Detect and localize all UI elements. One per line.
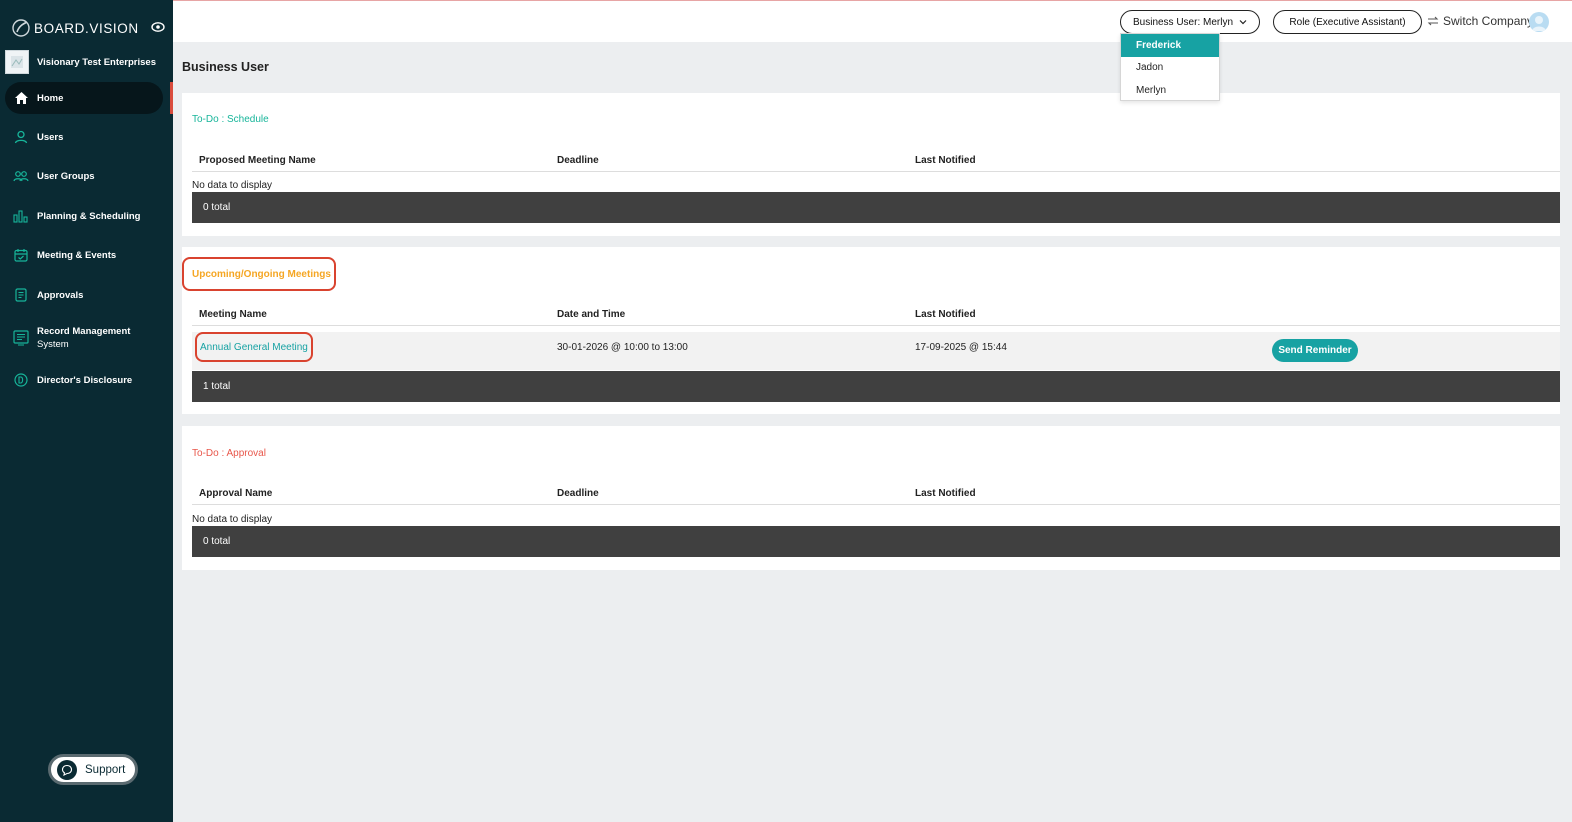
eye-toggle-icon[interactable] [151,21,165,33]
sidebar-item-user-groups[interactable]: User Groups [5,160,163,192]
document-icon [13,287,29,303]
sidebar: BOARD.VISION Visionary Test Enterprises … [0,0,173,822]
table-row: Annual General Meeting 30-01-2026 @ 10:0… [192,332,1560,370]
column-header: Approval Name [199,488,273,499]
company-name: Visionary Test Enterprises [37,56,156,68]
user-icon [13,129,29,145]
sidebar-item-users[interactable]: Users [5,121,163,153]
support-label: Support [85,763,126,776]
dropdown-option-jadon[interactable]: Jadon [1121,57,1219,80]
sidebar-item-label: Director's Disclosure [37,374,133,386]
sidebar-item-planning[interactable]: Planning & Scheduling [5,200,163,232]
column-header: Date and Time [557,309,626,320]
d-circle-icon [13,372,29,388]
sidebar-item-label: Meeting & Events [37,249,117,261]
empty-state: No data to display [192,180,273,191]
column-header: Meeting Name [199,309,267,320]
records-icon [13,330,29,346]
active-indicator [170,82,173,114]
support-button[interactable]: Support [48,754,138,785]
table-footer-total: 1 total [192,371,1560,402]
sidebar-item-home[interactable]: Home [5,82,163,114]
page-title: Business User [182,60,269,74]
user-groups-icon [13,168,29,184]
column-header: Proposed Meeting Name [199,155,316,166]
top-header: Business User: Merlyn Role (Executive As… [173,0,1572,42]
home-icon [13,90,29,106]
swap-icon [1427,16,1439,26]
business-user-dropdown: Frederick Jadon Merlyn [1120,33,1220,101]
switch-company-label: Switch Company [1443,14,1534,28]
user-avatar-icon [1532,16,1546,31]
column-header: Last Notified [915,155,976,166]
approval-table-header: Approval Name Deadline Last Notified [192,485,1560,505]
brand-logo[interactable]: BOARD.VISION [12,18,139,38]
brand-name: BOARD.VISION [34,20,139,36]
send-reminder-button[interactable]: Send Reminder [1272,339,1358,362]
switch-company-button[interactable]: Switch Company [1427,14,1533,28]
schedule-title: To-Do : Schedule [192,114,269,125]
schedule-table-header: Proposed Meeting Name Deadline Last Noti… [192,152,1560,172]
business-user-label: Business User: Merlyn [1132,16,1234,28]
sidebar-item-label-line2: System [37,339,69,350]
sidebar-item-label: User Groups [37,170,95,182]
approval-title: To-Do : Approval [192,448,266,459]
bar-chart-icon [13,208,29,224]
sidebar-item-label: Home [37,92,64,104]
table-footer-total: 0 total [192,526,1560,557]
meeting-last-notified: 17-09-2025 @ 15:44 [915,342,1007,353]
meeting-datetime: 30-01-2026 @ 10:00 to 13:00 [557,342,688,353]
column-header: Last Notified [915,309,976,320]
chat-support-icon [57,759,77,780]
table-footer-total: 0 total [192,192,1560,223]
dropdown-option-merlyn[interactable]: Merlyn [1121,79,1219,102]
company-selector[interactable]: Visionary Test Enterprises [5,50,156,74]
meetings-title: Upcoming/Ongoing Meetings [182,257,336,291]
dropdown-option-frederick[interactable]: Frederick [1121,34,1219,57]
sidebar-item-meetings[interactable]: Meeting & Events [5,239,163,271]
sidebar-item-label: Record Management [37,326,131,337]
empty-state: No data to display [192,514,273,525]
column-header: Last Notified [915,488,976,499]
column-header: Deadline [557,155,599,166]
sidebar-item-approvals[interactable]: Approvals [5,279,163,311]
approval-card: To-Do : Approval Approval Name Deadline … [182,426,1560,570]
brand-mark-icon [12,19,30,37]
sidebar-item-label: Users [37,131,64,143]
meeting-name-link[interactable]: Annual General Meeting [195,332,313,362]
calendar-icon [13,247,29,263]
meetings-card: Upcoming/Ongoing Meetings Meeting Name D… [182,247,1560,414]
sidebar-item-label-group: Record Management System [37,325,130,351]
company-logo-icon [5,50,29,74]
chevron-down-icon [1239,20,1247,25]
sidebar-item-label: Approvals [37,289,84,301]
role-button[interactable]: Role (Executive Assistant) [1273,10,1422,34]
sidebar-item-disclosure[interactable]: Director's Disclosure [5,364,163,396]
column-header: Deadline [557,488,599,499]
business-user-selector[interactable]: Business User: Merlyn [1120,10,1260,34]
schedule-card: To-Do : Schedule Proposed Meeting Name D… [182,93,1560,236]
avatar[interactable] [1529,12,1549,32]
sidebar-item-records[interactable]: Record Management System [5,320,163,356]
role-label: Role (Executive Assistant) [1289,16,1406,28]
sidebar-item-label: Planning & Scheduling [37,210,141,222]
meetings-table-header: Meeting Name Date and Time Last Notified [192,306,1560,326]
